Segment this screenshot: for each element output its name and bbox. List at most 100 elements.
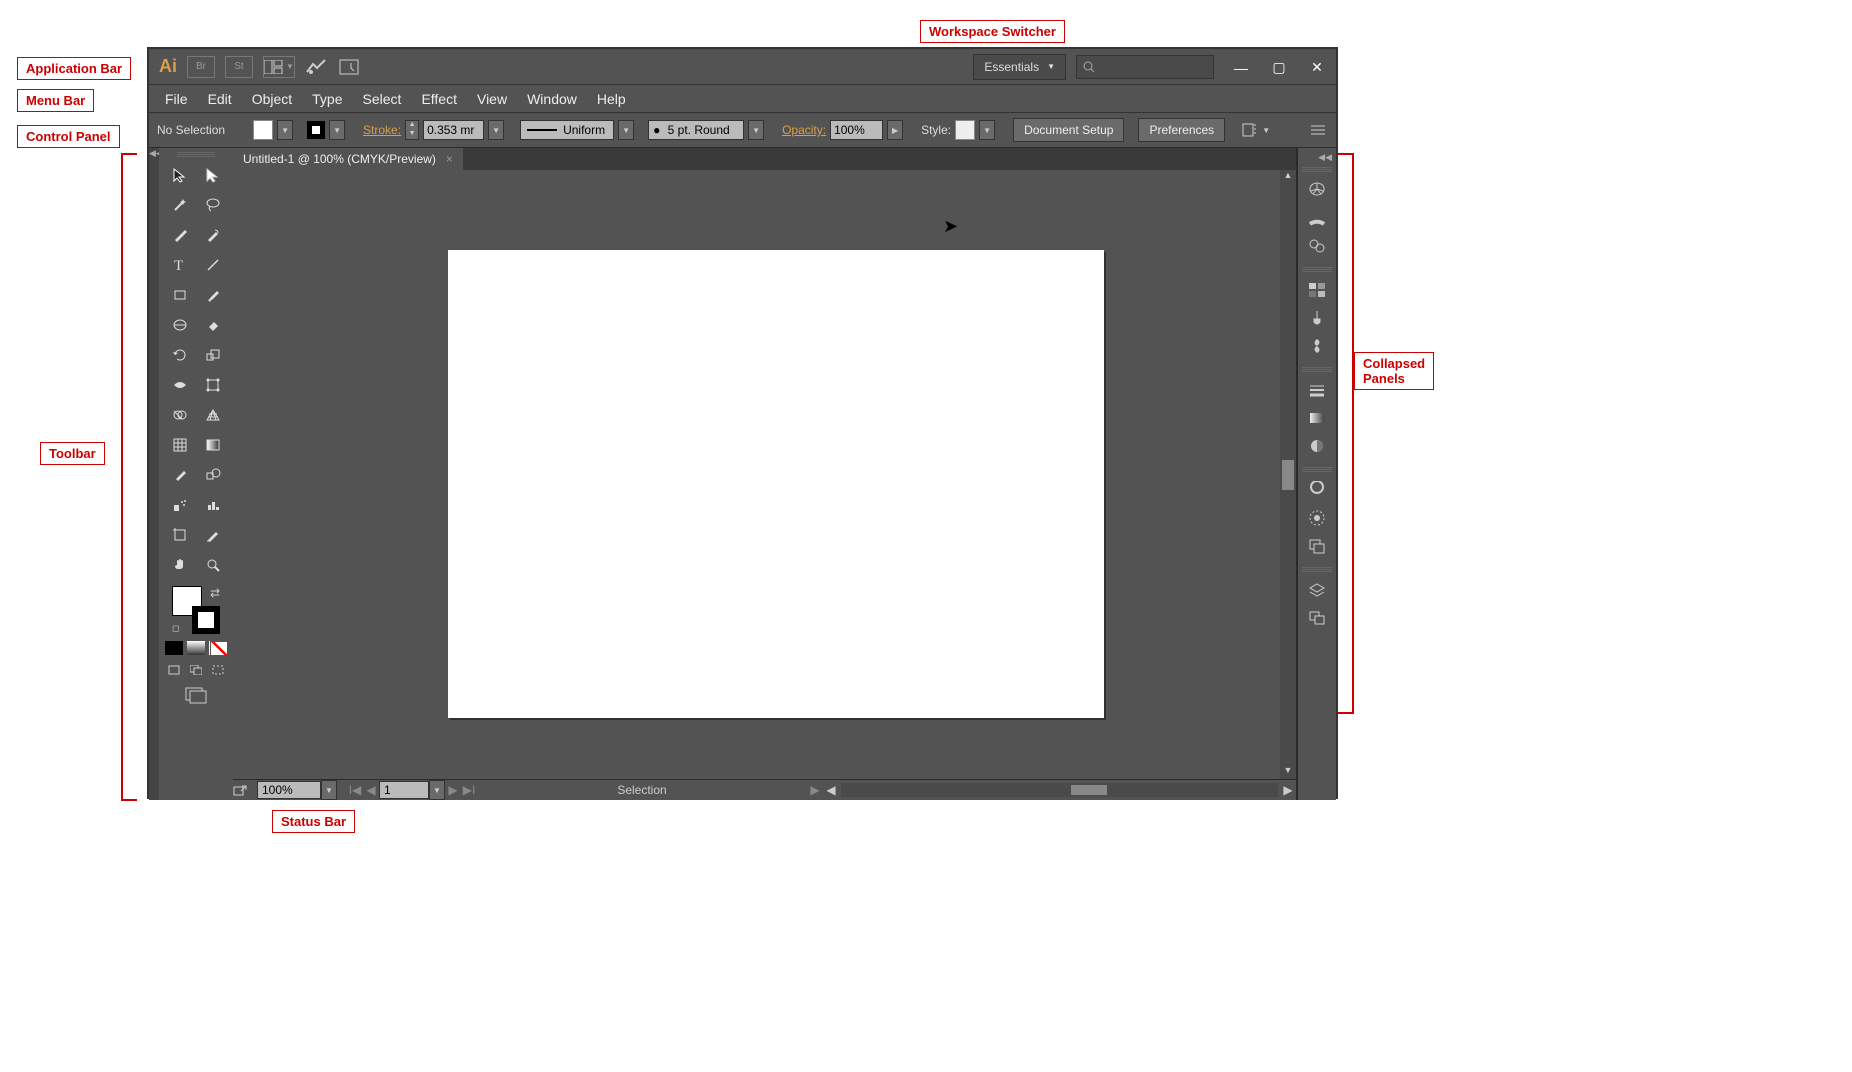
- brush-definition[interactable]: ● 5 pt. Round: [648, 120, 744, 140]
- symbol-sprayer-tool[interactable]: [163, 490, 196, 520]
- graphic-styles-panel-icon[interactable]: [1303, 532, 1331, 560]
- blend-tool[interactable]: [196, 460, 229, 490]
- scale-tool[interactable]: [196, 340, 229, 370]
- gpu-performance-icon[interactable]: [305, 58, 333, 76]
- brushes-panel-icon[interactable]: [1303, 304, 1331, 332]
- menu-effect[interactable]: Effect: [411, 91, 467, 107]
- panel-group-grip-3[interactable]: [1302, 367, 1332, 372]
- horizontal-scrollbar[interactable]: [841, 783, 1278, 797]
- stroke-weight-stepper[interactable]: ▲▼: [405, 120, 419, 140]
- layers-panel-icon[interactable]: [1303, 576, 1331, 604]
- lasso-tool[interactable]: [196, 190, 229, 220]
- perspective-grid-tool[interactable]: [196, 400, 229, 430]
- stroke-proxy[interactable]: [192, 606, 220, 634]
- magic-wand-tool[interactable]: [163, 190, 196, 220]
- close-button[interactable]: ✕: [1298, 57, 1336, 79]
- draw-behind-button[interactable]: [186, 662, 206, 678]
- cc-libraries-panel-icon[interactable]: [1303, 476, 1331, 504]
- scroll-up-icon[interactable]: ▲: [1280, 170, 1296, 184]
- zoom-dropdown[interactable]: ▼: [321, 780, 337, 800]
- hscroll-right-icon[interactable]: ▶: [1280, 783, 1296, 797]
- appearance-panel-icon[interactable]: [1303, 504, 1331, 532]
- panel-group-grip-4[interactable]: [1302, 467, 1332, 472]
- menu-file[interactable]: File: [155, 91, 198, 107]
- stroke-weight-dropdown[interactable]: ▼: [488, 120, 504, 140]
- document-tab[interactable]: Untitled-1 @ 100% (CMYK/Preview) ×: [233, 148, 463, 170]
- default-fill-stroke-icon[interactable]: ◻: [172, 623, 179, 634]
- gradient-mode-button[interactable]: [186, 640, 206, 656]
- preferences-button[interactable]: Preferences: [1138, 118, 1225, 142]
- prev-artboard-button[interactable]: ◀: [363, 783, 379, 797]
- zoom-level-input[interactable]: 100%: [257, 781, 321, 799]
- style-swatch[interactable]: [955, 120, 975, 140]
- screen-mode-button[interactable]: [184, 686, 208, 704]
- draw-inside-button[interactable]: [208, 662, 228, 678]
- eyedropper-tool[interactable]: [163, 460, 196, 490]
- variable-width-profile[interactable]: Uniform: [520, 120, 614, 140]
- artboard-tool[interactable]: [163, 520, 196, 550]
- menu-view[interactable]: View: [467, 91, 517, 107]
- menu-help[interactable]: Help: [587, 91, 636, 107]
- eraser-tool[interactable]: [196, 310, 229, 340]
- menu-type[interactable]: Type: [302, 91, 352, 107]
- free-transform-tool[interactable]: [196, 370, 229, 400]
- swatches-panel-icon[interactable]: [1303, 276, 1331, 304]
- stroke-weight-input[interactable]: 0.353 mr: [423, 120, 484, 140]
- panel-group-grip-5[interactable]: [1302, 567, 1332, 572]
- pen-tool[interactable]: [163, 220, 196, 250]
- fill-swatch[interactable]: [253, 120, 273, 140]
- vertical-scrollbar[interactable]: ▲ ▼: [1280, 170, 1296, 779]
- draw-normal-button[interactable]: [164, 662, 184, 678]
- status-menu-icon[interactable]: ▶: [807, 783, 823, 797]
- direct-selection-tool[interactable]: [196, 160, 229, 190]
- last-artboard-button[interactable]: ▶I: [461, 783, 477, 797]
- hscroll-left-icon[interactable]: ◀: [823, 783, 839, 797]
- width-tool[interactable]: [163, 370, 196, 400]
- symbols-panel-icon[interactable]: [1303, 332, 1331, 360]
- artboards-panel-icon[interactable]: [1303, 604, 1331, 632]
- fill-stroke-proxy[interactable]: ⇄ ◻: [172, 586, 220, 634]
- slice-tool[interactable]: [196, 520, 229, 550]
- document-setup-button[interactable]: Document Setup: [1013, 118, 1124, 142]
- search-input[interactable]: [1076, 55, 1214, 79]
- style-dropdown[interactable]: ▼: [979, 120, 995, 140]
- transparency-panel-icon[interactable]: [1303, 432, 1331, 460]
- artboard[interactable]: [448, 250, 1104, 718]
- menu-edit[interactable]: Edit: [198, 91, 242, 107]
- color-guide-panel-icon[interactable]: [1303, 204, 1331, 232]
- fill-dropdown[interactable]: ▼: [277, 120, 293, 140]
- line-segment-tool[interactable]: [196, 250, 229, 280]
- bridge-icon[interactable]: Br: [187, 56, 215, 78]
- rectangle-tool[interactable]: [163, 280, 196, 310]
- profile-dropdown[interactable]: ▼: [618, 120, 634, 140]
- swap-fill-stroke-icon[interactable]: ⇄: [210, 586, 220, 600]
- close-tab-icon[interactable]: ×: [446, 152, 453, 166]
- stock-icon[interactable]: St: [225, 56, 253, 78]
- type-tool[interactable]: T: [163, 250, 196, 280]
- tools-panel-grip[interactable]: [177, 152, 215, 157]
- scroll-down-icon[interactable]: ▼: [1280, 765, 1296, 779]
- rotate-tool[interactable]: [163, 340, 196, 370]
- maximize-button[interactable]: ▢: [1260, 57, 1298, 79]
- touch-workspace-icon[interactable]: [339, 59, 367, 75]
- panel-group-grip-2[interactable]: [1302, 267, 1332, 272]
- menu-object[interactable]: Object: [242, 91, 302, 107]
- workspace-switcher[interactable]: Essentials ▼: [973, 54, 1066, 80]
- shape-builder-tool[interactable]: [163, 400, 196, 430]
- color-panel-icon[interactable]: [1303, 176, 1331, 204]
- stroke-dropdown[interactable]: ▼: [329, 120, 345, 140]
- canvas[interactable]: ➤: [233, 170, 1280, 779]
- menu-select[interactable]: Select: [353, 91, 412, 107]
- paintbrush-tool[interactable]: [196, 280, 229, 310]
- status-export-icon[interactable]: [233, 784, 257, 796]
- menu-window[interactable]: Window: [517, 91, 587, 107]
- horizontal-scroll-thumb[interactable]: [1071, 785, 1107, 795]
- brush-dropdown[interactable]: ▼: [748, 120, 764, 140]
- opacity-link[interactable]: Opacity:: [782, 123, 826, 137]
- arrange-documents-icon[interactable]: ▼: [263, 56, 295, 78]
- column-graph-tool[interactable]: [196, 490, 229, 520]
- artboard-dropdown[interactable]: ▼: [429, 780, 445, 800]
- expand-dock-icon[interactable]: ◀◀: [1318, 152, 1332, 163]
- none-mode-button[interactable]: [208, 640, 228, 656]
- stroke-swatch[interactable]: [307, 121, 325, 139]
